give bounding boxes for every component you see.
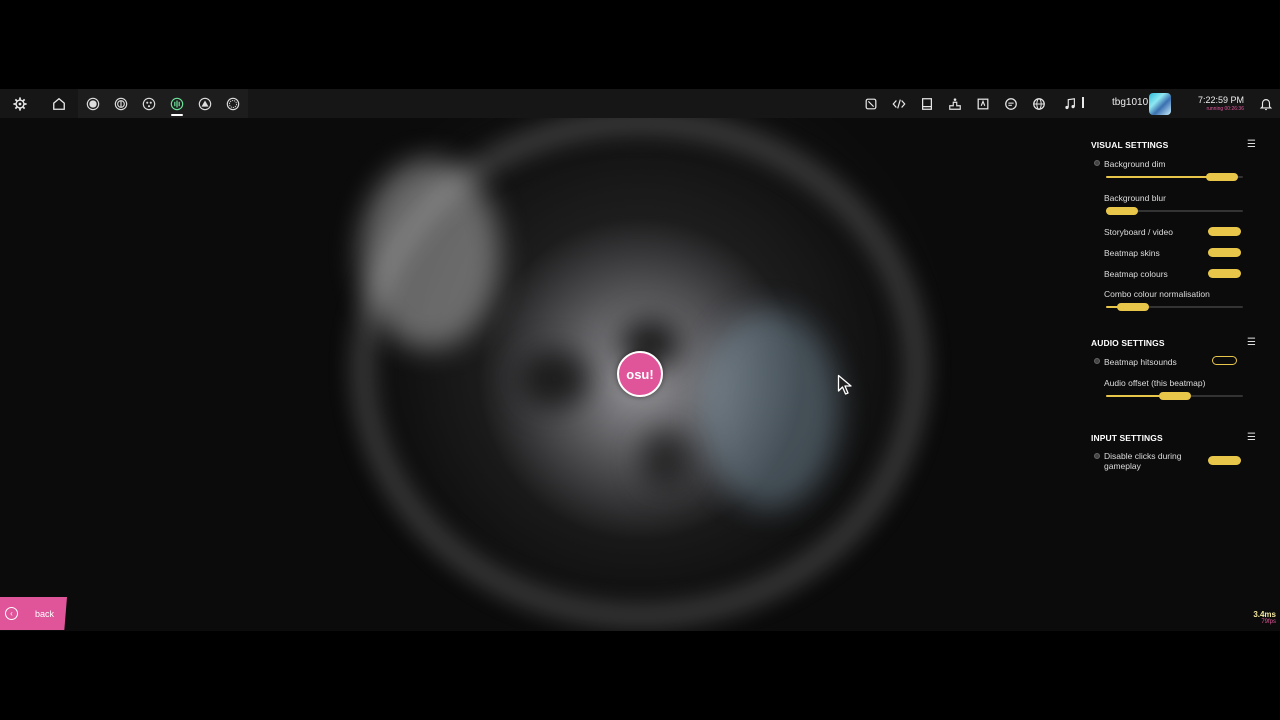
combo-colour-normalisation-slider[interactable] (1106, 303, 1243, 311)
section-title: AUDIO SETTINGS (1091, 338, 1165, 348)
back-button[interactable]: ‹ back (0, 597, 67, 630)
storyboard-video-toggle[interactable] (1208, 227, 1241, 236)
menu-icon[interactable]: ☰ (1247, 337, 1256, 348)
chevron-left-icon: ‹ (5, 607, 18, 620)
frametime-readout: 3.4ms (1253, 610, 1276, 619)
background-blob (360, 159, 500, 349)
runtime-readout: running 00:26:36 (1206, 106, 1244, 112)
beatmap-listing-icon[interactable] (857, 89, 885, 118)
background-dim-slider[interactable] (1106, 173, 1243, 181)
notifications-icon[interactable] (1252, 89, 1280, 118)
globe-icon[interactable] (1025, 89, 1053, 118)
background-blur-label: Background blur (1104, 193, 1166, 203)
toolbar (0, 89, 1280, 118)
back-label: back (35, 609, 55, 619)
osu-ruleset-icon[interactable] (79, 89, 107, 118)
osu-logo[interactable]: osu! (617, 351, 663, 397)
beatmap-hitsounds-label: Beatmap hitsounds (1104, 357, 1177, 367)
audio-offset-slider[interactable] (1106, 392, 1243, 400)
news-icon[interactable] (913, 89, 941, 118)
catch-ruleset-icon[interactable] (135, 89, 163, 118)
beatmap-colours-label: Beatmap colours (1104, 269, 1168, 279)
background-blur-slider[interactable] (1106, 207, 1243, 215)
beatmap-skins-label: Beatmap skins (1104, 248, 1160, 258)
disable-clicks-toggle[interactable] (1208, 456, 1241, 465)
beatmap-hitsounds-toggle[interactable] (1212, 356, 1237, 365)
music-progress-indicator (1082, 97, 1084, 108)
beatmap-skins-toggle[interactable] (1208, 248, 1241, 257)
wiki-icon[interactable] (969, 89, 997, 118)
code-icon[interactable] (885, 89, 913, 118)
section-title: VISUAL SETTINGS (1091, 140, 1169, 150)
letterbox-bottom (0, 631, 1280, 720)
cursor-icon (837, 374, 852, 395)
background-blob (640, 429, 690, 489)
gear-icon[interactable] (6, 89, 34, 118)
letterbox-top (0, 0, 1280, 89)
menu-icon[interactable]: ☰ (1247, 139, 1256, 150)
chat-icon[interactable] (997, 89, 1025, 118)
beatmap-colours-toggle[interactable] (1208, 269, 1241, 278)
mania-ruleset-icon[interactable] (163, 89, 191, 118)
clock[interactable]: 7:22:59 PM (1192, 96, 1244, 105)
avatar[interactable] (1149, 93, 1171, 115)
background-blob (520, 349, 590, 409)
reset-icon[interactable] (1094, 453, 1100, 459)
reset-icon[interactable] (1094, 160, 1100, 166)
combo-colour-normalisation-label: Combo colour normalisation (1104, 289, 1210, 299)
ruleset-icon-6[interactable] (219, 89, 247, 118)
home-icon[interactable] (45, 89, 73, 118)
username[interactable]: tbg1010 (1112, 97, 1148, 108)
fps-readout: 79fps (1261, 619, 1276, 625)
background-dim-label: Background dim (1104, 159, 1166, 169)
section-title: INPUT SETTINGS (1091, 433, 1163, 443)
audio-offset-label: Audio offset (this beatmap) (1104, 378, 1206, 388)
music-icon[interactable] (1056, 89, 1084, 118)
ruleset-icon-5[interactable] (191, 89, 219, 118)
disable-clicks-label: Disable clicks during gameplay (1104, 451, 1182, 471)
background-blob (700, 309, 840, 509)
rankings-icon[interactable] (941, 89, 969, 118)
taiko-ruleset-icon[interactable] (107, 89, 135, 118)
reset-icon[interactable] (1094, 358, 1100, 364)
menu-icon[interactable]: ☰ (1247, 432, 1256, 443)
storyboard-video-label: Storyboard / video (1104, 227, 1173, 237)
